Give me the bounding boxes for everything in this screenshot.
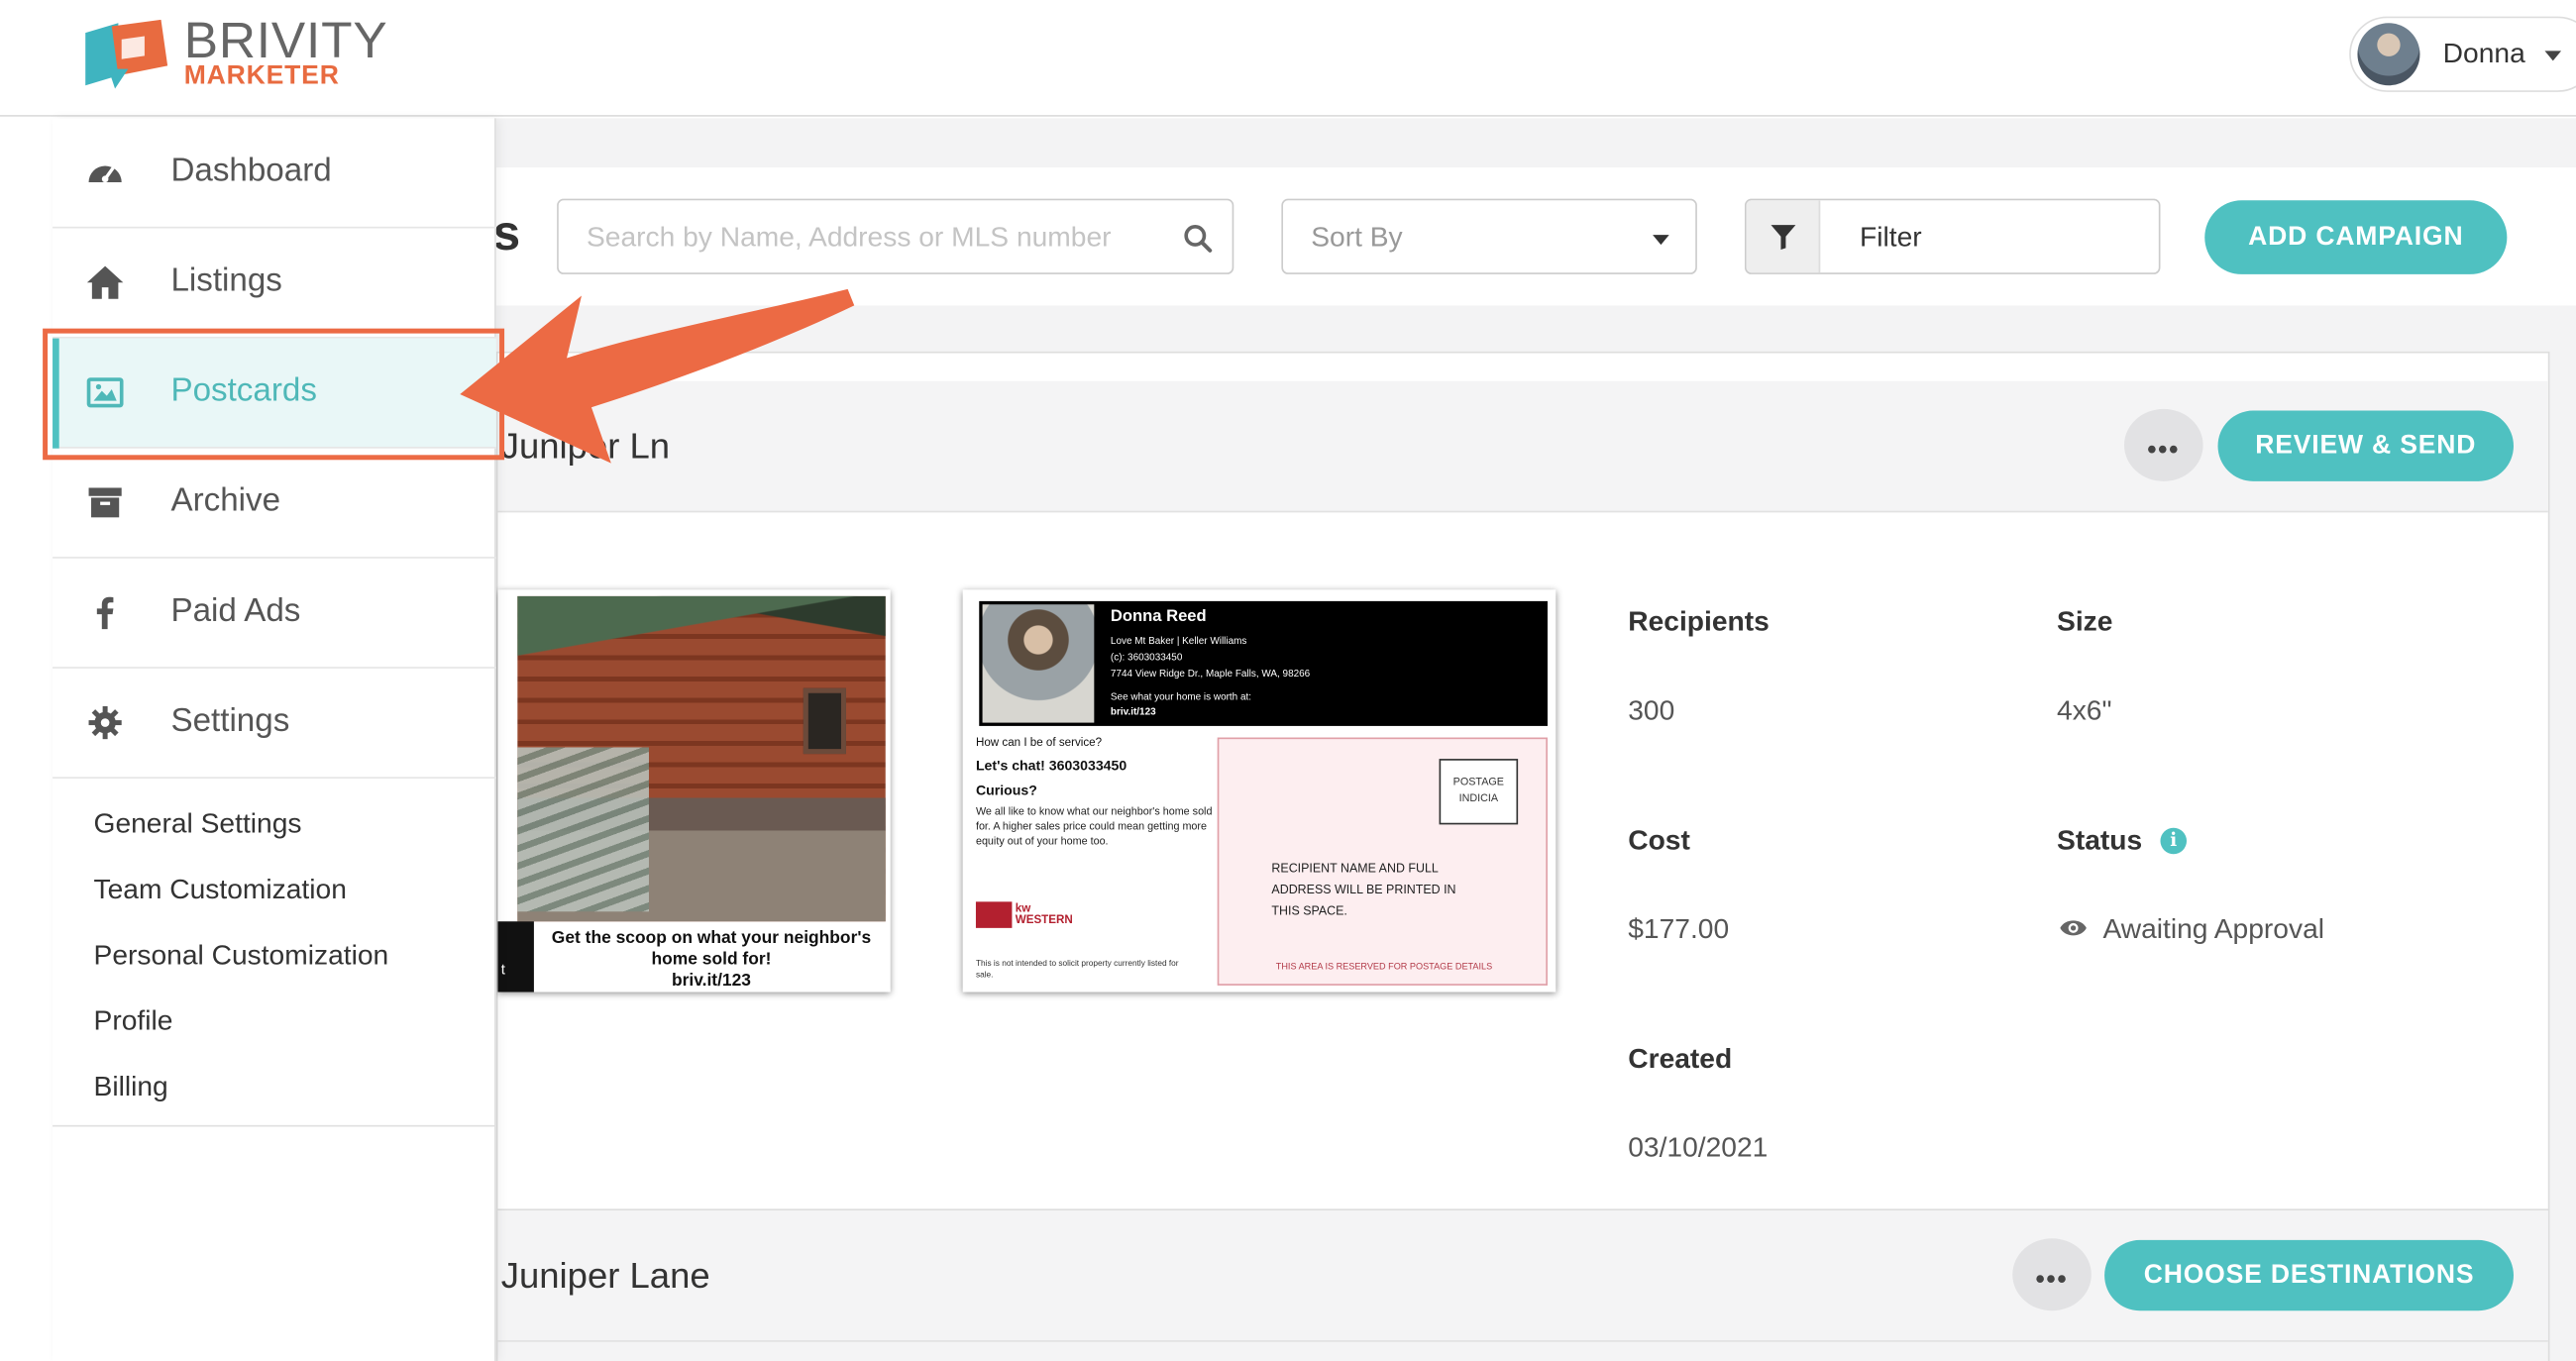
created-label: Created [1628, 1042, 1733, 1075]
agent-line-4: See what your home is worth at: [1110, 692, 1252, 703]
settings-link-team-customization[interactable]: Team Customization [94, 874, 347, 906]
logo-text: kw WESTERN [1015, 902, 1073, 927]
brivity-logo-mark-icon [85, 19, 168, 89]
address-area: POSTAGE INDICIA RECIPIENT NAME AND FULL … [1217, 737, 1548, 986]
campaign-title[interactable]: Juniper Lane [501, 1255, 710, 1298]
agent-banner: Donna Reed Love Mt Baker | Keller Willia… [979, 600, 1548, 726]
front-caption-link: briv.it/123 [671, 970, 751, 991]
settings-link-general[interactable]: General Settings [94, 808, 302, 841]
home-icon [86, 265, 124, 299]
back-question-2: Let's chat! 3603033450 [975, 757, 1127, 774]
house-stairs [517, 747, 649, 912]
recipients-value: 300 [1628, 694, 1675, 726]
keller-williams-logo: kw WESTERN [975, 901, 1091, 928]
sort-by-placeholder: Sort By [1311, 221, 1403, 254]
back-body: We all like to know what our neighbor's … [975, 806, 1213, 848]
front-edge-char: t [500, 961, 505, 978]
settings-link-personal-customization[interactable]: Personal Customization [94, 939, 389, 972]
gear-icon [88, 706, 122, 740]
search-input[interactable]: Search by Name, Address or MLS number [557, 198, 1234, 274]
postcard-back-preview[interactable]: Donna Reed Love Mt Baker | Keller Willia… [962, 589, 1556, 993]
ellipsis-icon: ••• [2147, 437, 2181, 466]
recipient-placeholder: RECIPIENT NAME AND FULL ADDRESS WILL BE … [1271, 860, 1456, 918]
more-options-button[interactable]: ••• [2124, 408, 2203, 481]
chevron-down-icon [2544, 51, 2562, 61]
back-disclaimer: This is not intended to solicit property… [975, 959, 1179, 981]
logo-badge [975, 901, 1013, 928]
brivity-logo[interactable]: BRIVITY MARKETER [79, 12, 408, 99]
sidebar: Dashboard Listings Postcards Archive Pai… [53, 118, 496, 1361]
avatar [2357, 23, 2420, 86]
agent-line-5: briv.it/123 [1110, 707, 1156, 718]
arrow-annotation-icon [460, 288, 855, 464]
sidebar-item-label: Paid Ads [170, 592, 301, 630]
filter-label: Filter [1860, 221, 1922, 254]
filter-icon-box [1746, 200, 1821, 273]
recipients-label: Recipients [1628, 605, 1770, 638]
dashboard-gauge-icon [88, 165, 122, 183]
facebook-icon [96, 596, 114, 630]
size-value: 4x6" [2057, 694, 2112, 726]
sidebar-item-paid-ads[interactable]: Paid Ads [53, 559, 496, 669]
filter-button[interactable]: Filter [1744, 198, 2161, 274]
eye-icon [2060, 920, 2087, 936]
chevron-down-icon [1653, 235, 1669, 246]
sidebar-item-label: Settings [170, 702, 290, 740]
sidebar-item-archive[interactable]: Archive [53, 449, 496, 559]
agent-line-2: (c): 3603033450 [1110, 653, 1183, 664]
sidebar-item-label: Archive [170, 482, 281, 519]
sidebar-divider [53, 1124, 496, 1127]
more-options-button[interactable]: ••• [2012, 1238, 2092, 1311]
postage-indicia: POSTAGE INDICIA [1439, 759, 1519, 825]
top-bar: BRIVITY MARKETER Donna [0, 0, 2576, 117]
status-label: Status [2057, 824, 2143, 856]
back-question-3: Curious? [975, 782, 1037, 798]
user-name: Donna [2442, 38, 2525, 69]
page-title: s [492, 206, 521, 262]
sidebar-item-dashboard[interactable]: Dashboard [53, 118, 496, 229]
app-window: BRIVITY MARKETER Donna s Search by Name,… [0, 0, 2576, 1361]
cost-value: $177.00 [1628, 912, 1730, 945]
settings-link-profile[interactable]: Profile [94, 1005, 173, 1038]
ellipsis-icon: ••• [2035, 1266, 2069, 1295]
logo-subtitle: MARKETER [183, 62, 340, 91]
house-roof [517, 595, 886, 663]
cost-label: Cost [1628, 824, 1690, 856]
sidebar-item-settings[interactable]: Settings [53, 669, 496, 779]
back-question-1: How can I be of service? [975, 737, 1103, 750]
agent-line-3: 7744 View Ridge Dr., Maple Falls, WA, 98… [1110, 670, 1311, 680]
campaign-card: Juniper Lane ••• CHOOSE DESTINATIONS [495, 1208, 2550, 1361]
archive-box-icon [88, 487, 122, 518]
front-caption-text: Get the scoop on what your neighbor's ho… [551, 927, 872, 970]
agent-line-1: Love Mt Baker | Keller Williams [1110, 637, 1247, 648]
postcard-front-preview[interactable]: t Get the scoop on what your neighbor's … [497, 589, 891, 993]
review-send-button[interactable]: REVIEW & SEND [2217, 410, 2514, 481]
front-caption: Get the scoop on what your neighbor's ho… [537, 928, 886, 993]
front-edge-strip: t [497, 921, 534, 993]
settings-link-billing[interactable]: Billing [94, 1071, 168, 1103]
info-icon[interactable]: i [2160, 827, 2188, 855]
funnel-icon [1771, 225, 1796, 251]
agent-photo [982, 604, 1095, 723]
sidebar-item-label: Dashboard [170, 153, 332, 189]
status-value: Awaiting Approval [2102, 912, 2325, 945]
reserved-note: THIS AREA IS RESERVED FOR POSTAGE DETAIL… [1275, 962, 1493, 973]
size-label: Size [2057, 605, 2113, 638]
house-window [803, 687, 846, 755]
highlight-annotation [43, 328, 505, 461]
add-campaign-button[interactable]: ADD CAMPAIGN [2204, 200, 2508, 274]
sidebar-item-label: Listings [170, 262, 282, 299]
choose-destinations-button[interactable]: CHOOSE DESTINATIONS [2104, 1239, 2514, 1311]
created-value: 03/10/2021 [1628, 1131, 1769, 1163]
campaign-card-header: Juniper Lane ••• CHOOSE DESTINATIONS [497, 1210, 2548, 1342]
sort-by-select[interactable]: Sort By [1281, 198, 1697, 274]
back-message: How can I be of service? Let's chat! 360… [976, 738, 1214, 850]
agent-name: Donna Reed [1110, 607, 1207, 626]
user-menu[interactable]: Donna [2349, 16, 2576, 92]
sidebar-item-listings[interactable]: Listings [53, 228, 496, 339]
search-icon[interactable] [1183, 224, 1213, 254]
search-placeholder: Search by Name, Address or MLS number [586, 221, 1112, 254]
